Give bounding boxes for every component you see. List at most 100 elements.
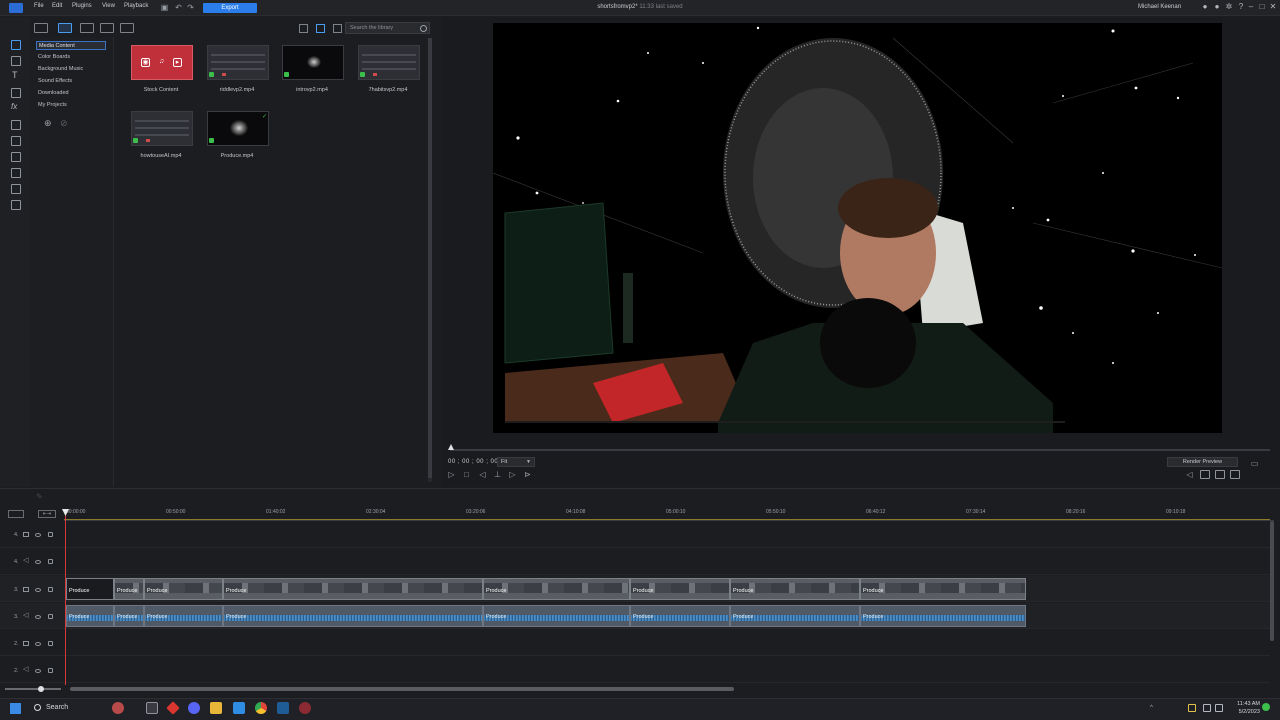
menu-playback[interactable]: Playback bbox=[124, 3, 148, 9]
audio-clip[interactable]: Produce bbox=[630, 605, 730, 627]
audio-clip[interactable]: Produce bbox=[483, 605, 630, 627]
library-search-input[interactable]: Search the library bbox=[345, 22, 430, 34]
chrome-icon[interactable] bbox=[255, 702, 267, 714]
clock-time[interactable]: 11:43 AM bbox=[1228, 701, 1260, 707]
lock-icon[interactable] bbox=[48, 587, 53, 592]
undo-icon[interactable]: ↶ bbox=[174, 3, 183, 12]
video-clip[interactable]: Produce bbox=[223, 578, 483, 600]
eye-icon[interactable] bbox=[35, 560, 41, 564]
split-icon[interactable]: ⊥ bbox=[493, 470, 502, 479]
title-room-icon[interactable]: T bbox=[12, 70, 18, 80]
chevron-down-icon[interactable]: ▼ bbox=[526, 459, 531, 465]
eye-icon[interactable] bbox=[35, 533, 41, 537]
menu-view[interactable]: View bbox=[102, 3, 115, 9]
video-clip[interactable]: Produce bbox=[483, 578, 630, 600]
fit-timeline-icon[interactable]: ⇤⇥ bbox=[38, 510, 56, 518]
stop-icon[interactable]: □ bbox=[462, 470, 471, 479]
import-media-icon[interactable] bbox=[34, 23, 48, 33]
app-icon[interactable] bbox=[146, 702, 158, 714]
timecode-display[interactable]: 00 ; 00 ; 00 ; 00 bbox=[448, 459, 498, 465]
stock-content-tile[interactable]: ◉ ♫ ▸ bbox=[131, 45, 193, 80]
redo-icon[interactable]: ↷ bbox=[186, 3, 195, 12]
track-manager-icon[interactable] bbox=[8, 510, 24, 518]
audio-clip[interactable]: Produce bbox=[144, 605, 223, 627]
lock-icon[interactable] bbox=[48, 614, 53, 619]
close-icon[interactable]: ✕ bbox=[1268, 2, 1278, 12]
media-room-icon[interactable] bbox=[11, 40, 21, 50]
media-thumbnail[interactable] bbox=[358, 45, 420, 80]
lock-icon[interactable] bbox=[48, 668, 53, 673]
color-room-icon[interactable] bbox=[11, 120, 21, 130]
category-background-music[interactable]: Background Music bbox=[36, 65, 106, 74]
fast-forward-icon[interactable]: ⊳ bbox=[523, 470, 532, 479]
clock-date[interactable]: 5/2/2023 bbox=[1228, 709, 1260, 715]
eye-icon[interactable] bbox=[35, 588, 41, 592]
menu-plugins[interactable]: Plugins bbox=[72, 3, 92, 9]
search-icon[interactable] bbox=[34, 704, 41, 711]
video-clip[interactable]: Produce bbox=[66, 578, 114, 600]
media-filter-audio-icon[interactable] bbox=[120, 23, 134, 33]
microphone-icon[interactable] bbox=[11, 168, 21, 178]
edit-tool-icon[interactable]: ✎ bbox=[36, 492, 43, 501]
timeline-vertical-scrollbar[interactable] bbox=[1270, 521, 1274, 641]
next-frame-icon[interactable]: ▷ bbox=[508, 470, 517, 479]
minimize-icon[interactable]: – bbox=[1246, 2, 1256, 12]
category-color-boards[interactable]: Color Boards bbox=[36, 53, 106, 62]
menu-edit[interactable]: Edit bbox=[52, 3, 62, 9]
video-clip[interactable]: Produce bbox=[114, 578, 144, 600]
video-preview[interactable] bbox=[493, 23, 1222, 433]
maximize-icon[interactable]: □ bbox=[1257, 2, 1267, 12]
list-view-icon[interactable] bbox=[299, 24, 308, 33]
category-media-content[interactable]: Media Content bbox=[36, 41, 106, 50]
wifi-icon[interactable] bbox=[1203, 704, 1211, 712]
video-clip[interactable]: Produce bbox=[144, 578, 223, 600]
remove-category-icon[interactable]: ⊘ bbox=[60, 118, 68, 129]
media-thumbnail[interactable] bbox=[207, 45, 269, 80]
audio-clip[interactable]: Produce bbox=[730, 605, 860, 627]
lock-icon[interactable] bbox=[48, 532, 53, 537]
video-clip[interactable]: Produce bbox=[630, 578, 730, 600]
settings-icon[interactable]: ✲ bbox=[1224, 2, 1234, 12]
audio-clip[interactable]: Produce bbox=[114, 605, 144, 627]
powerdirector-icon[interactable] bbox=[299, 702, 311, 714]
save-icon[interactable]: ▣ bbox=[160, 3, 169, 12]
audio-clip[interactable]: Produce bbox=[223, 605, 483, 627]
export-button[interactable]: Export bbox=[203, 3, 257, 13]
app-icon[interactable] bbox=[112, 702, 124, 714]
eye-icon[interactable] bbox=[35, 642, 41, 646]
video-clip[interactable]: Produce bbox=[730, 578, 860, 600]
speaker-icon[interactable] bbox=[1215, 704, 1223, 712]
zoom-slider-handle[interactable] bbox=[38, 686, 44, 692]
preview-scrub-bar[interactable] bbox=[450, 449, 1270, 451]
menu-file[interactable]: File bbox=[34, 3, 44, 9]
category-downloaded[interactable]: Downloaded bbox=[36, 89, 106, 98]
volume-icon[interactable]: ◁ bbox=[1185, 470, 1194, 479]
audio-clip[interactable]: Produce bbox=[66, 605, 114, 627]
category-sound-effects[interactable]: Sound Effects bbox=[36, 77, 106, 86]
grid-view-icon[interactable] bbox=[316, 24, 325, 33]
undock-preview-icon[interactable] bbox=[1230, 470, 1240, 479]
audio-clip[interactable]: Produce bbox=[860, 605, 1026, 627]
audio-mix-icon[interactable] bbox=[11, 152, 21, 162]
playhead[interactable] bbox=[65, 509, 66, 685]
app-icon[interactable] bbox=[277, 702, 289, 714]
sort-icon[interactable] bbox=[333, 24, 342, 33]
taskbar-search[interactable]: Search bbox=[46, 704, 68, 711]
windows-start-icon[interactable] bbox=[10, 703, 21, 714]
eye-icon[interactable] bbox=[35, 615, 41, 619]
play-icon[interactable]: ▷ bbox=[447, 470, 456, 479]
fx-room-icon[interactable]: fx bbox=[11, 102, 17, 111]
eye-icon[interactable] bbox=[35, 669, 41, 673]
timeline-zoom-slider[interactable] bbox=[5, 688, 61, 690]
library-scrollbar[interactable] bbox=[428, 38, 432, 482]
snapshot-icon[interactable] bbox=[1200, 470, 1210, 479]
user-name[interactable]: Michael Keenan bbox=[1138, 4, 1181, 10]
subtitle-room-icon[interactable] bbox=[11, 200, 21, 210]
app-icon[interactable] bbox=[233, 702, 245, 714]
video-clip[interactable]: Produce bbox=[860, 578, 1026, 600]
render-preview-button[interactable]: Render Preview bbox=[1167, 457, 1238, 467]
media-filter-video-icon[interactable] bbox=[80, 23, 94, 33]
preview-settings-icon[interactable]: ▭ bbox=[1250, 459, 1259, 468]
media-filter-image-icon[interactable] bbox=[100, 23, 114, 33]
chapter-room-icon[interactable] bbox=[11, 184, 21, 194]
